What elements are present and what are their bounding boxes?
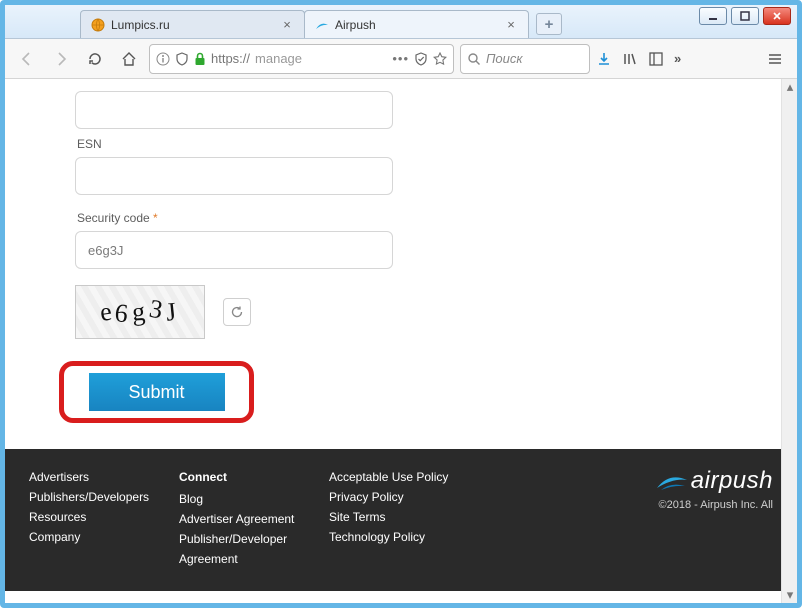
footer-logo-col: airpush ©2018 - Airpush Inc. All	[655, 467, 773, 569]
footer-link[interactable]: Blog	[179, 489, 329, 509]
footer-link[interactable]: Advertisers	[29, 467, 179, 487]
airpush-logo-text: airpush	[691, 467, 773, 495]
navbar: https:// manage ••• Поиск »	[5, 39, 797, 79]
bookmark-star-icon[interactable]	[433, 52, 447, 66]
security-code-label: Security code *	[77, 211, 727, 225]
footer-link[interactable]: Resources	[29, 507, 179, 527]
url-host: manage	[255, 51, 302, 66]
refresh-icon	[230, 305, 244, 319]
footer-heading[interactable]: Connect	[179, 467, 329, 487]
scrollbar[interactable]: ▴ ▾	[781, 79, 797, 603]
submit-highlight: Submit	[59, 361, 254, 423]
tabs: Lumpics.ru × Airpush ×	[80, 10, 528, 38]
toolbar-icons: »	[596, 51, 681, 67]
footer-col-3: Acceptable Use Policy Privacy Policy Sit…	[329, 467, 479, 569]
esn-label: ESN	[77, 137, 727, 151]
footer-link[interactable]: Technology Policy	[329, 527, 479, 547]
sidebar-icon[interactable]	[648, 51, 664, 67]
titlebar: Lumpics.ru × Airpush × +	[5, 5, 797, 39]
footer-link[interactable]: Publisher/Developer Agreement	[179, 529, 329, 569]
tab-title: Lumpics.ru	[111, 18, 274, 32]
overflow-icon[interactable]: »	[674, 51, 681, 66]
airpush-logo-icon	[655, 468, 689, 494]
footer-link[interactable]: Privacy Policy	[329, 487, 479, 507]
scroll-down-icon[interactable]: ▾	[782, 587, 797, 603]
tab-lumpics[interactable]: Lumpics.ru ×	[80, 10, 305, 38]
footer-link[interactable]: Company	[29, 527, 179, 547]
scroll-up-icon[interactable]: ▴	[782, 79, 797, 95]
more-icon[interactable]: •••	[392, 51, 409, 66]
footer-link[interactable]: Advertiser Agreement	[179, 509, 329, 529]
footer-copyright: ©2018 - Airpush Inc. All	[655, 499, 773, 511]
captcha-image: e 6 g 3 J	[75, 285, 205, 339]
lock-icon	[194, 52, 206, 66]
footer-link[interactable]: Publishers/Developers	[29, 487, 179, 507]
download-icon[interactable]	[596, 51, 612, 67]
footer-col-1: Advertisers Publishers/Developers Resour…	[29, 467, 179, 569]
browser-window: Lumpics.ru × Airpush × +	[0, 0, 802, 608]
url-bar[interactable]: https:// manage •••	[149, 44, 454, 74]
footer-link[interactable]: Acceptable Use Policy	[329, 467, 479, 487]
shield-icon[interactable]	[175, 52, 189, 66]
url-protocol: https://	[211, 51, 250, 66]
tab-close-icon[interactable]: ×	[504, 18, 518, 32]
security-code-input[interactable]	[75, 231, 393, 269]
search-placeholder: Поиск	[486, 51, 523, 66]
reload-button[interactable]	[81, 45, 109, 73]
library-icon[interactable]	[622, 51, 638, 67]
forward-button[interactable]	[47, 45, 75, 73]
home-button[interactable]	[115, 45, 143, 73]
tab-close-icon[interactable]: ×	[280, 18, 294, 32]
required-star: *	[153, 211, 158, 225]
info-icon[interactable]	[156, 52, 170, 66]
submit-button[interactable]: Submit	[89, 373, 225, 411]
esn-input[interactable]	[75, 157, 393, 195]
hamburger-menu[interactable]	[761, 45, 789, 73]
footer: Advertisers Publishers/Developers Resour…	[5, 449, 797, 591]
tab-title: Airpush	[335, 18, 498, 32]
minimize-button[interactable]	[699, 7, 727, 25]
search-box[interactable]: Поиск	[460, 44, 590, 74]
refresh-captcha-button[interactable]	[223, 298, 251, 326]
tab-airpush[interactable]: Airpush ×	[304, 10, 529, 38]
page-content: ▴ ▾ ESN Security code * e 6 g 3 J	[5, 79, 797, 603]
back-button[interactable]	[13, 45, 41, 73]
favicon-airpush	[315, 18, 329, 32]
maximize-button[interactable]	[731, 7, 759, 25]
prev-field-fragment[interactable]	[75, 91, 393, 129]
footer-col-2: Connect Blog Advertiser Agreement Publis…	[179, 467, 329, 569]
tracker-shield-icon[interactable]	[414, 52, 428, 66]
new-tab-button[interactable]: +	[536, 13, 562, 35]
favicon-lumpics	[91, 18, 105, 32]
window-close-button[interactable]	[763, 7, 791, 25]
footer-link[interactable]: Site Terms	[329, 507, 479, 527]
captcha-row: e 6 g 3 J	[75, 285, 727, 339]
window-controls	[699, 7, 791, 25]
airpush-logo: airpush	[655, 467, 773, 495]
search-icon	[467, 52, 481, 66]
